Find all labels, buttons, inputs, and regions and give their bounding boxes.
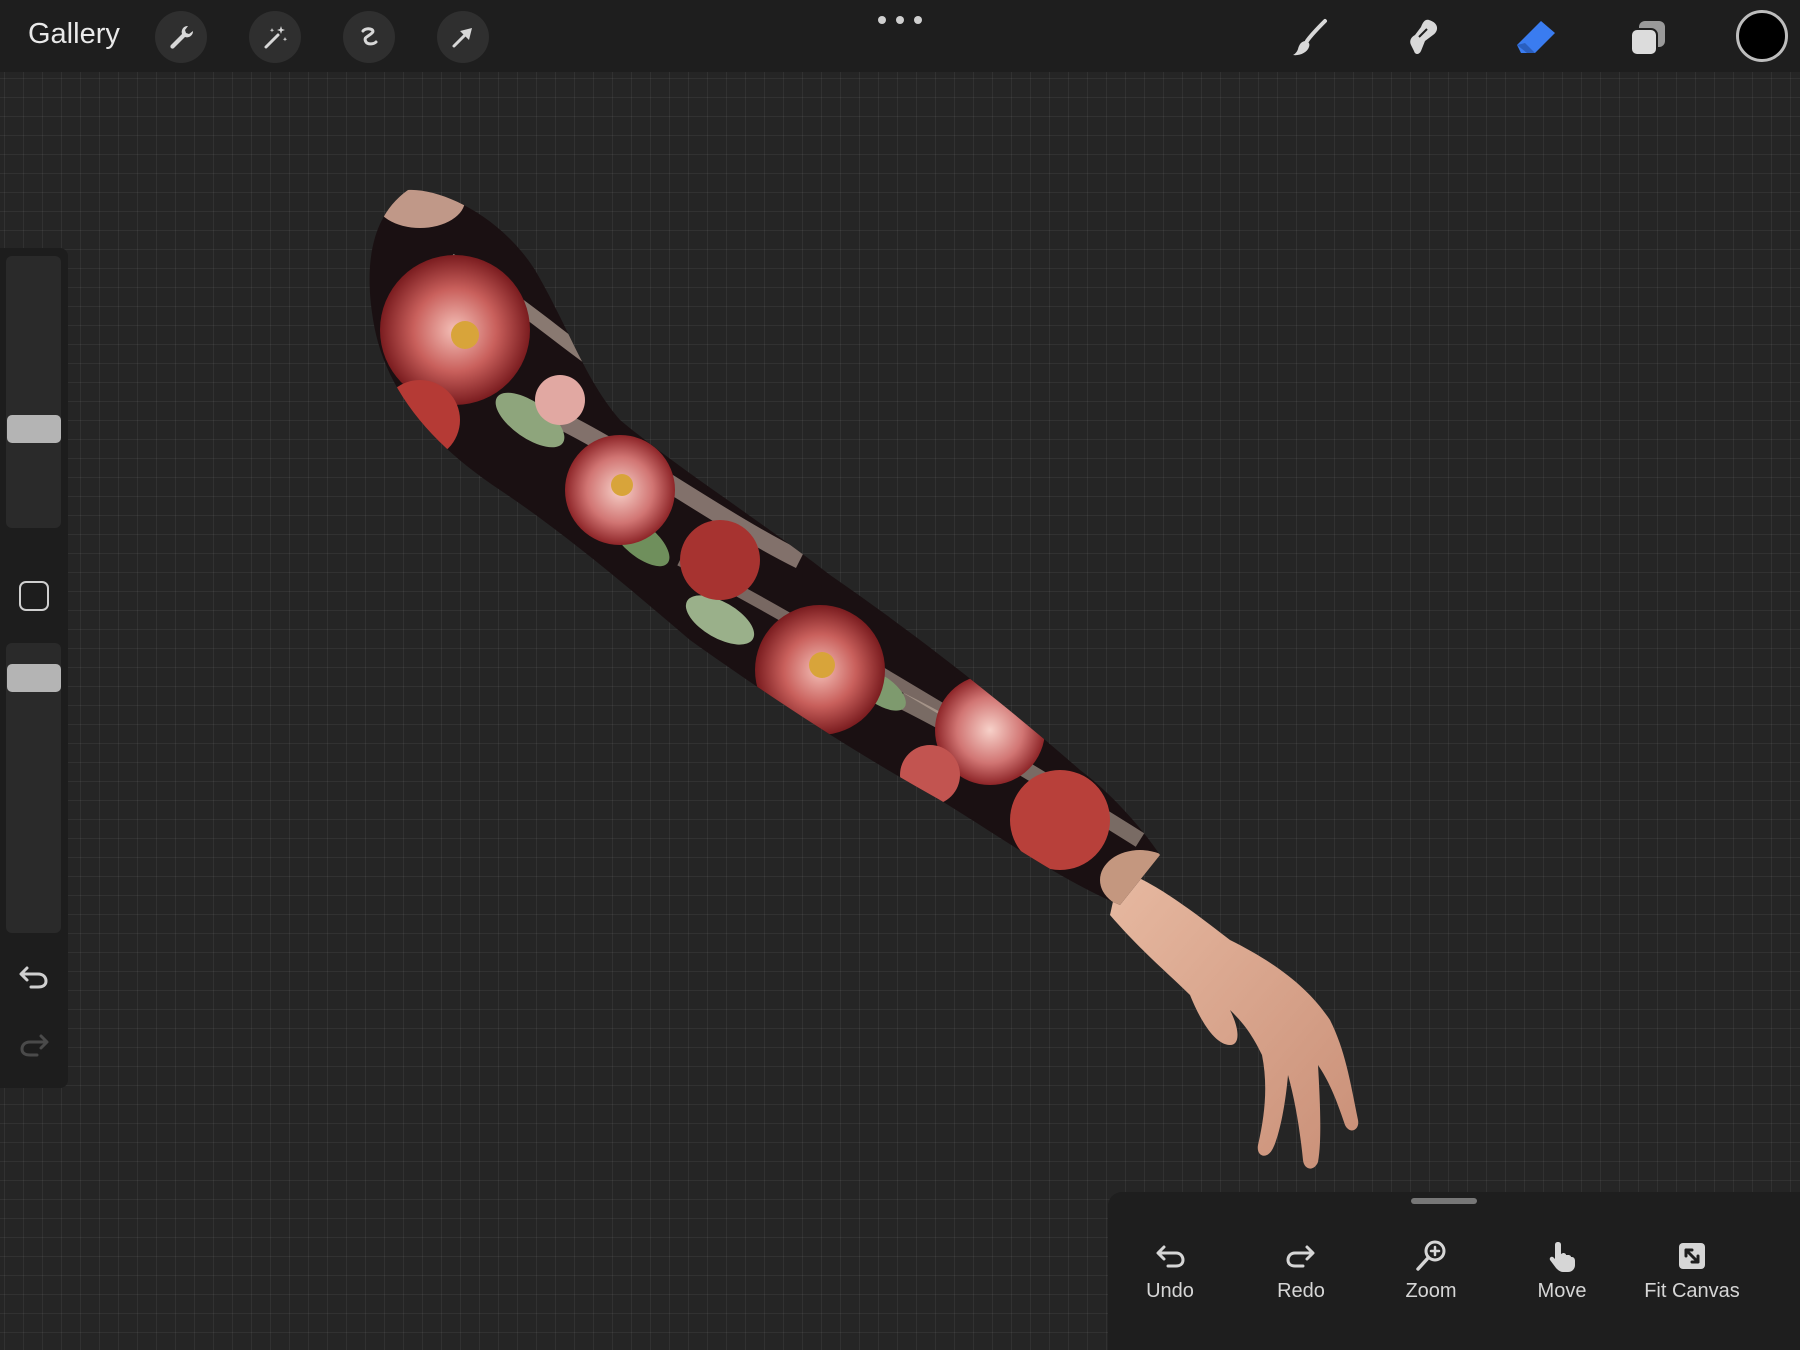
undo-icon	[1156, 1245, 1185, 1268]
transform-button[interactable]	[437, 11, 489, 63]
smudge-icon	[1410, 19, 1438, 54]
sidebar-redo-button[interactable]	[17, 1028, 51, 1062]
dot-icon	[896, 16, 904, 24]
fit-canvas-button[interactable]: Fit Canvas	[1637, 1238, 1747, 1303]
transform-arrow-icon	[452, 28, 472, 48]
sidebar-undo-button[interactable]	[17, 960, 51, 994]
move-label: Move	[1537, 1280, 1587, 1302]
panel-grabber-handle[interactable]	[1411, 1198, 1477, 1204]
layers-icon	[1630, 21, 1665, 56]
gallery-button[interactable]: Gallery	[28, 18, 120, 51]
brush-size-slider[interactable]	[6, 256, 61, 528]
opacity-slider-thumb[interactable]	[7, 663, 61, 692]
move-button[interactable]: Move	[1507, 1238, 1617, 1303]
drawing-canvas[interactable]	[0, 0, 1800, 1350]
undo-label: Undo	[1146, 1280, 1194, 1302]
dot-icon	[878, 16, 886, 24]
selection-button[interactable]	[343, 11, 395, 63]
gesture-quick-actions-panel: Undo Redo Zoom Move Fit Canvas	[1108, 1192, 1800, 1350]
zoom-magnifier-icon	[1416, 1240, 1446, 1271]
color-picker-swatch[interactable]	[1736, 10, 1788, 62]
fit-canvas-icon	[1679, 1243, 1705, 1269]
modify-button[interactable]	[19, 581, 49, 611]
zoom-label: Zoom	[1405, 1280, 1457, 1302]
redo-icon	[20, 1034, 49, 1057]
undo-button[interactable]: Undo	[1115, 1238, 1225, 1303]
selection-icon	[361, 27, 378, 46]
adjustments-button[interactable]	[249, 11, 301, 63]
top-toolbar: Gallery	[0, 0, 1800, 72]
actions-wrench-button[interactable]	[155, 11, 207, 63]
brush-tool-button[interactable]	[1284, 12, 1336, 64]
magic-wand-icon	[264, 26, 288, 49]
eraser-icon	[1517, 21, 1555, 53]
undo-icon	[19, 966, 48, 989]
more-options-button[interactable]	[878, 12, 922, 28]
brush-size-slider-thumb[interactable]	[7, 414, 61, 443]
smudge-tool-button[interactable]	[1396, 12, 1448, 64]
hand-pointer-icon	[1549, 1242, 1575, 1272]
eraser-tool-button[interactable]	[1510, 12, 1562, 64]
redo-icon	[1286, 1245, 1315, 1268]
layers-button[interactable]	[1622, 12, 1674, 64]
left-sidebar	[0, 248, 68, 1088]
fit-canvas-label: Fit Canvas	[1644, 1280, 1740, 1302]
dot-icon	[914, 16, 922, 24]
brush-icon	[1293, 19, 1327, 56]
redo-button[interactable]: Redo	[1246, 1238, 1356, 1303]
redo-label: Redo	[1277, 1280, 1325, 1302]
zoom-button[interactable]: Zoom	[1376, 1238, 1486, 1303]
wrench-icon	[170, 25, 194, 49]
